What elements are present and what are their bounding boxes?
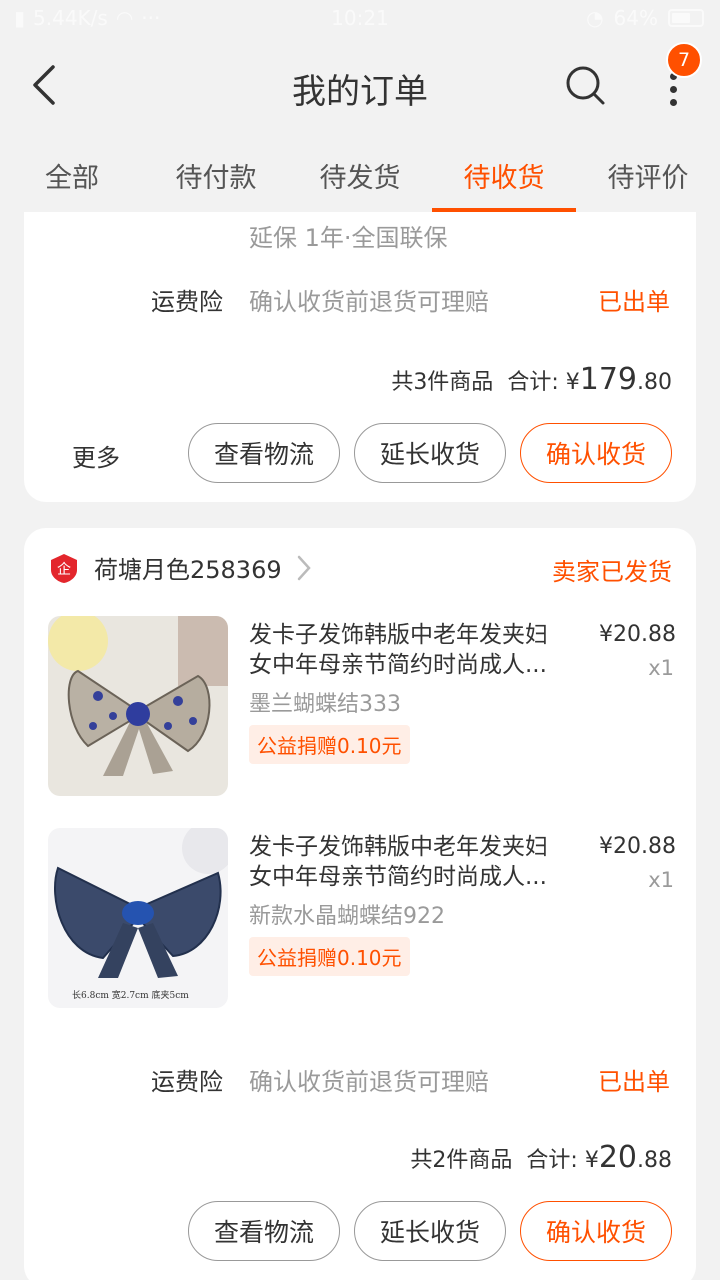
total-amount-dec: .80	[637, 370, 672, 395]
tab-pending-shipment[interactable]: 待发货	[288, 132, 432, 212]
charity-tag: 公益捐赠0.10元	[249, 937, 410, 976]
product-quantity: x1	[648, 656, 674, 680]
total-currency: ¥	[584, 1148, 599, 1173]
chevron-right-icon	[297, 555, 311, 580]
product-sku: 墨兰蝴蝶结333	[249, 692, 401, 717]
product-quantity: x1	[648, 868, 674, 892]
view-logistics-button[interactable]: 查看物流	[188, 1201, 340, 1261]
total-label: 合计:	[507, 370, 559, 395]
bow-hairclip-image	[48, 616, 228, 796]
total-amount-int: 20	[598, 1140, 637, 1175]
enterprise-shop-icon: 企	[51, 553, 77, 583]
header: 我的订单	[0, 38, 720, 132]
product-thumbnail[interactable]	[48, 616, 228, 796]
item-count: 共2件商品	[410, 1148, 513, 1173]
tab-pending-review[interactable]: 待评价	[576, 132, 720, 212]
order-card: 延保 1年·全国联保 运费险 确认收货前退货可理赔 已出单 共3件商品 合计: …	[24, 212, 696, 502]
shop-header[interactable]: 企 荷塘月色258369	[48, 550, 312, 585]
search-button[interactable]	[562, 62, 608, 108]
search-icon	[566, 66, 605, 105]
product-title[interactable]: 发卡子发饰韩版中老年发夹妇女中年母亲节简约时尚成人...	[249, 832, 567, 892]
total-amount-dec: .88	[637, 1148, 672, 1173]
charity-tag: 公益捐赠0.10元	[249, 725, 410, 764]
shop-name: 荷塘月色258369	[94, 556, 282, 584]
status-bar: ▮ 5.44K/s ◠ ··· 10:21 ◔ 64%	[0, 0, 720, 38]
confirm-receipt-button[interactable]: 确认收货	[520, 423, 672, 483]
more-dot-icon	[669, 85, 677, 93]
warranty-text: 延保 1年·全国联保	[249, 224, 448, 252]
product-image-partial	[68, 212, 238, 224]
tab-all[interactable]: 全部	[0, 132, 144, 212]
total-amount-int: 179	[579, 362, 637, 397]
tab-pending-receipt[interactable]: 待收货	[432, 132, 576, 212]
order-tabs: 全部 待付款 待发货 待收货 待评价	[0, 132, 720, 212]
svg-text:企: 企	[57, 561, 71, 578]
item-count: 共3件商品	[391, 370, 494, 395]
confirm-receipt-button[interactable]: 确认收货	[520, 1201, 672, 1261]
view-logistics-button[interactable]: 查看物流	[188, 423, 340, 483]
product-title[interactable]: 发卡子发饰韩版中老年发夹妇女中年母亲节简约时尚成人...	[249, 620, 567, 680]
shipping-insurance-status: 已出单	[598, 1068, 670, 1096]
shipping-insurance-label: 运费险	[151, 288, 223, 316]
more-link[interactable]: 更多	[72, 438, 120, 473]
product-price: ¥20.88	[599, 622, 676, 647]
order-card: 企 荷塘月色258369 卖家已发货 发卡子发饰韩版中老年发夹妇女中年母亲节简约…	[24, 528, 696, 1280]
extend-receipt-button[interactable]: 延长收货	[354, 423, 506, 483]
battery-percent: 64%	[613, 6, 658, 30]
more-dot-icon	[669, 98, 677, 106]
notification-badge: 7	[666, 42, 702, 78]
shipping-insurance-text: 确认收货前退货可理赔	[249, 288, 489, 316]
extend-receipt-button[interactable]: 延长收货	[354, 1201, 506, 1261]
page-title: 我的订单	[292, 72, 428, 112]
battery-icon	[668, 9, 704, 27]
shipping-insurance-label: 运费险	[151, 1068, 223, 1096]
shop-status: 卖家已发货	[552, 558, 672, 586]
product-price: ¥20.88	[599, 834, 676, 859]
alarm-icon: ◔	[586, 6, 604, 30]
crystal-bow-hairclip-image	[48, 828, 228, 1008]
image-caption: 长6.8cm 宽2.7cm 底夹5cm	[72, 991, 189, 1001]
total-label: 合计:	[526, 1148, 578, 1173]
shipping-insurance-text: 确认收货前退货可理赔	[249, 1068, 489, 1096]
order-total: 共3件商品 合计: ¥179.80	[391, 362, 672, 397]
shipping-insurance-status: 已出单	[598, 288, 670, 316]
order-total: 共2件商品 合计: ¥20.88	[410, 1140, 672, 1175]
tab-pending-payment[interactable]: 待付款	[144, 132, 288, 212]
status-right: ◔ 64%	[586, 6, 704, 30]
total-currency: ¥	[565, 370, 580, 395]
product-sku: 新款水晶蝴蝶结922	[249, 904, 445, 929]
product-thumbnail[interactable]: 长6.8cm 宽2.7cm 底夹5cm	[48, 828, 228, 1008]
